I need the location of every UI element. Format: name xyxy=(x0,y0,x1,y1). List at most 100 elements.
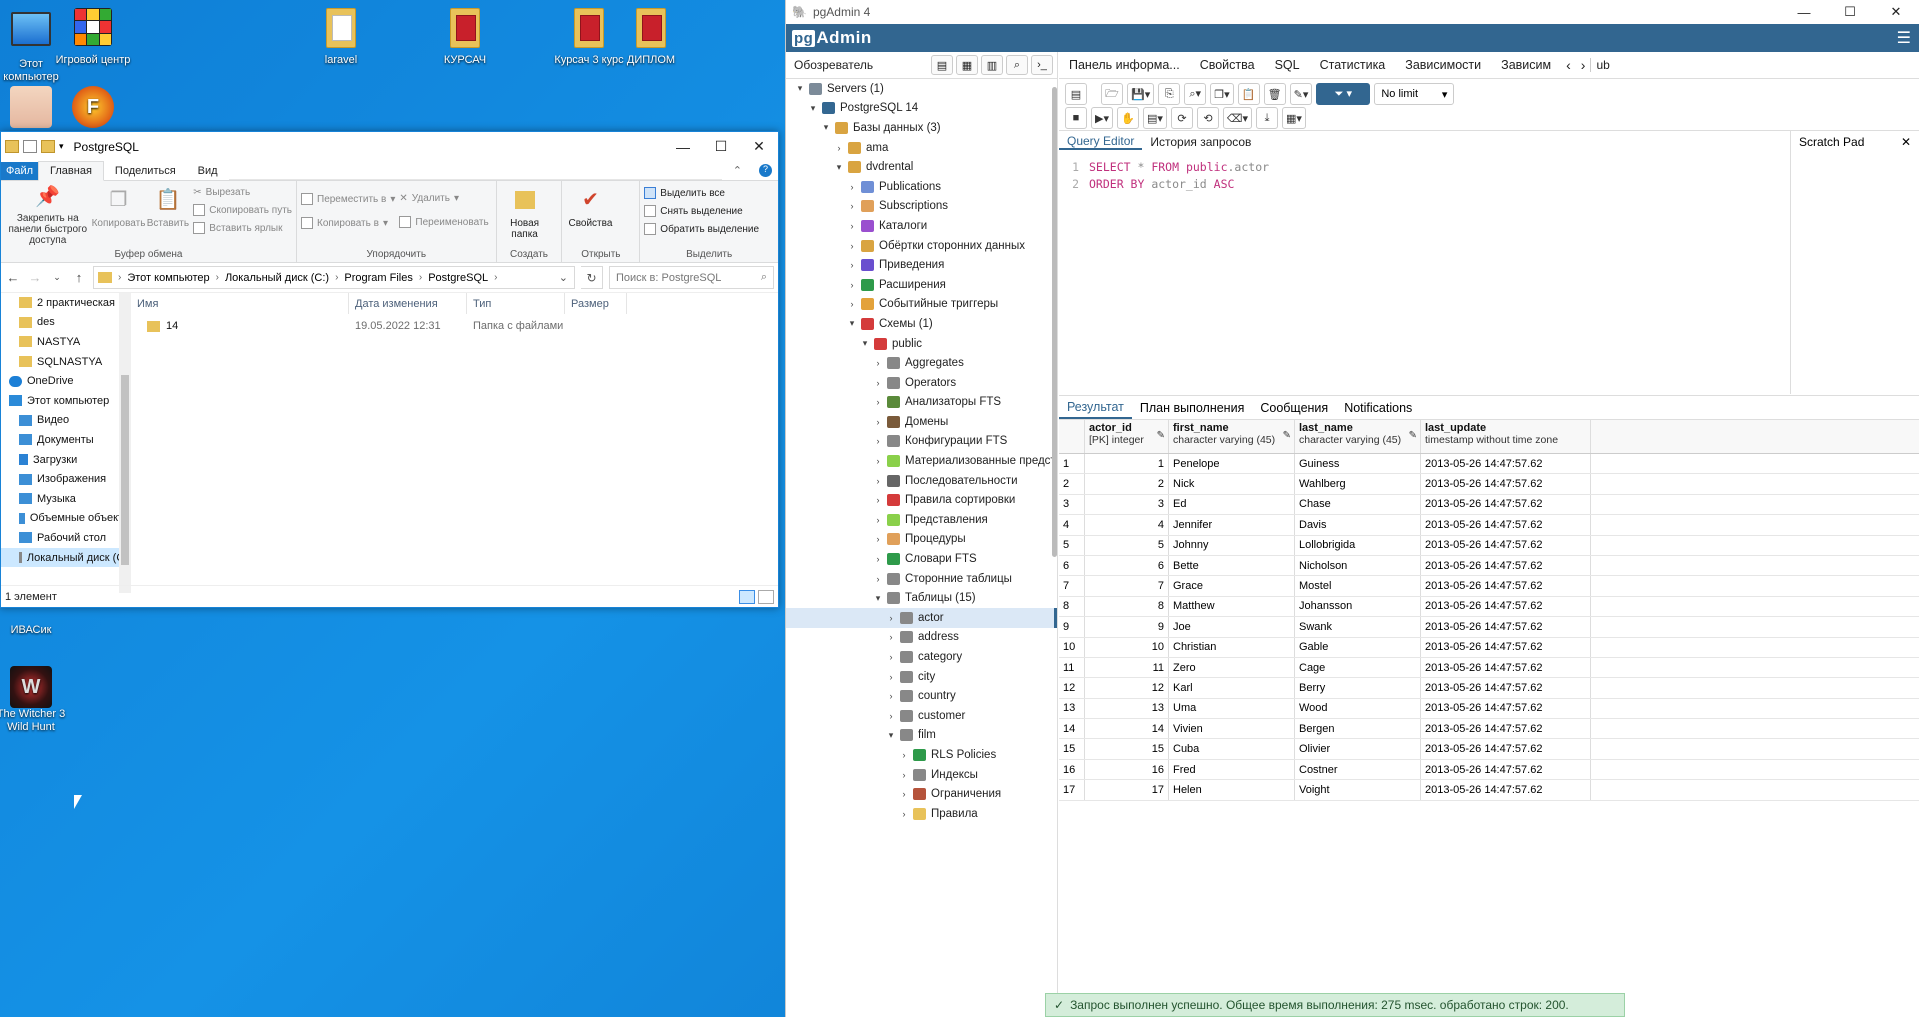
chevron-down-icon[interactable]: ▾ xyxy=(807,103,819,114)
chevron-down-icon[interactable]: ▾ xyxy=(859,338,871,349)
desktop-icon-laravel[interactable]: laravel xyxy=(303,8,379,67)
stop-icon[interactable]: ■ xyxy=(1065,107,1087,129)
chevron-right-icon[interactable]: › xyxy=(885,691,897,701)
tree-node[interactable]: › Каталоги xyxy=(786,216,1057,236)
column-type[interactable]: Тип xyxy=(467,293,565,314)
chevron-down-icon[interactable]: ▾ xyxy=(846,318,858,329)
column-header[interactable]: first_name character varying (45) ✎ xyxy=(1169,420,1295,453)
table-cell[interactable]: Mostel xyxy=(1295,576,1421,596)
tab-properties[interactable]: Свойства xyxy=(1190,58,1265,72)
table-row[interactable]: 15 15 Cuba Olivier 2013-05-26 14:47:57.62 xyxy=(1059,739,1919,760)
search-input[interactable]: Поиск в: PostgreSQL ⌕ xyxy=(609,266,774,289)
table-cell[interactable]: 2013-05-26 14:47:57.62 xyxy=(1421,759,1591,780)
chevron-right-icon[interactable]: › xyxy=(872,534,884,544)
edit-icon[interactable]: ✎▾ xyxy=(1289,83,1313,105)
tree-node[interactable]: › actor xyxy=(786,608,1057,628)
table-cell[interactable]: Vivien xyxy=(1169,719,1295,739)
copy-path-button[interactable]: Скопировать путь xyxy=(193,204,292,216)
desktop-icon-game-center[interactable]: Игровой центр xyxy=(55,6,131,67)
table-cell[interactable]: Swank xyxy=(1295,617,1421,637)
row-number[interactable]: 15 xyxy=(1059,739,1085,759)
tree-node[interactable]: › Publications xyxy=(786,177,1057,197)
sql-editor[interactable]: 1 SELECT * FROM public.actor 2 ORDER BY act… xyxy=(1059,155,1789,395)
new-folder-icon[interactable] xyxy=(41,140,55,153)
desktop-icon-diplom[interactable]: ДИПЛОМ xyxy=(613,8,689,67)
details-view-icon[interactable] xyxy=(739,589,755,604)
chevron-right-icon[interactable]: › xyxy=(872,378,884,388)
copy-button[interactable]: ❐ Копировать xyxy=(92,185,146,246)
table-cell[interactable]: 14 xyxy=(1085,719,1169,739)
table-cell[interactable]: Cage xyxy=(1295,657,1421,678)
chevron-right-icon[interactable]: › xyxy=(846,280,858,290)
table-cell[interactable]: Davis xyxy=(1295,515,1421,535)
tab-query-editor[interactable]: Query Editor xyxy=(1059,134,1143,150)
menu-icon[interactable]: ☰ xyxy=(1897,28,1919,48)
tab-statistics[interactable]: Статистика xyxy=(1310,58,1396,72)
chevron-right-icon[interactable]: › xyxy=(898,750,910,760)
table-cell[interactable]: 2013-05-26 14:47:57.62 xyxy=(1421,617,1591,637)
nav-item[interactable]: 2 практическая xyxy=(1,293,131,313)
tree-node[interactable]: › Конфигурации FTS xyxy=(786,432,1057,452)
forward-button[interactable]: → xyxy=(27,270,43,285)
table-row[interactable]: 17 17 Helen Voight 2013-05-26 14:47:57.62 xyxy=(1059,780,1919,801)
refresh-button[interactable]: ↻ xyxy=(581,266,603,289)
chevron-right-icon[interactable]: › xyxy=(885,613,897,623)
row-number[interactable]: 17 xyxy=(1059,780,1085,800)
copy-to-button[interactable]: Копировать в ▾ xyxy=(301,217,395,229)
table-cell[interactable]: Cuba xyxy=(1169,739,1295,759)
chevron-down-icon[interactable]: ▾ xyxy=(872,593,884,604)
tab-file[interactable]: Файл xyxy=(1,162,39,180)
row-number[interactable]: 4 xyxy=(1059,515,1085,535)
file-row[interactable]: 14 19.05.2022 12:31 Папка с файлами xyxy=(131,314,778,338)
row-number[interactable]: 11 xyxy=(1059,657,1085,678)
find-icon[interactable]: ⌕▾ xyxy=(1184,83,1207,105)
table-cell[interactable]: Nicholson xyxy=(1295,555,1421,576)
column-modified[interactable]: Дата изменения xyxy=(349,293,467,314)
tree-node[interactable]: › Subscriptions xyxy=(786,197,1057,217)
row-number[interactable]: 9 xyxy=(1059,617,1085,637)
tree-node[interactable]: › ama xyxy=(786,138,1057,158)
desktop-icon-kursach[interactable]: КУРСАЧ xyxy=(427,8,503,67)
table-cell[interactable]: 2013-05-26 14:47:57.62 xyxy=(1421,596,1591,617)
row-number[interactable]: 14 xyxy=(1059,719,1085,739)
maximize-button[interactable]: ☐ xyxy=(1827,0,1873,24)
minimize-button[interactable]: — xyxy=(664,132,702,161)
chevron-right-icon[interactable]: › xyxy=(846,182,858,192)
table-row[interactable]: 12 12 Karl Berry 2013-05-26 14:47:57.62 xyxy=(1059,678,1919,699)
chevron-right-icon[interactable]: › xyxy=(872,456,884,466)
chevron-right-icon[interactable]: › xyxy=(872,476,884,486)
tree-node[interactable]: › RLS Policies xyxy=(786,745,1057,765)
row-number[interactable]: 16 xyxy=(1059,759,1085,780)
tabs-prev-icon[interactable]: ‹ xyxy=(1561,57,1576,73)
tabs-next-icon[interactable]: › xyxy=(1576,57,1591,73)
tree-node[interactable]: ▾ Базы данных (3) xyxy=(786,118,1057,138)
chevron-right-icon[interactable]: › xyxy=(872,417,884,427)
psql-tool-icon[interactable]: ›_ xyxy=(1031,55,1053,75)
paste-button[interactable]: 📋 Вставить xyxy=(147,185,190,246)
copy-icon[interactable]: ❐▾ xyxy=(1210,83,1234,105)
table-cell[interactable]: Nick xyxy=(1169,474,1295,494)
rollback-icon[interactable]: ⟲ xyxy=(1196,107,1219,129)
table-cell[interactable]: 2013-05-26 14:47:57.62 xyxy=(1421,739,1591,759)
chevron-right-icon[interactable]: › xyxy=(846,299,858,309)
breadcrumb-local-disk[interactable]: Локальный диск (C:) xyxy=(225,272,329,284)
table-cell[interactable]: 2013-05-26 14:47:57.62 xyxy=(1421,535,1591,555)
breadcrumb-program-files[interactable]: Program Files xyxy=(344,272,412,284)
table-cell[interactable]: 6 xyxy=(1085,555,1169,576)
row-number[interactable]: 2 xyxy=(1059,474,1085,494)
table-cell[interactable]: Fred xyxy=(1169,759,1295,780)
explain-icon[interactable]: ✋ xyxy=(1117,107,1139,129)
table-cell[interactable]: 2013-05-26 14:47:57.62 xyxy=(1421,719,1591,739)
table-cell[interactable]: 2013-05-26 14:47:57.62 xyxy=(1421,494,1591,515)
tree-node[interactable]: ▾ Схемы (1) xyxy=(786,314,1057,334)
table-row[interactable]: 11 11 Zero Cage 2013-05-26 14:47:57.62 xyxy=(1059,657,1919,679)
back-button[interactable]: ← xyxy=(5,270,21,285)
table-row[interactable]: 2 2 Nick Wahlberg 2013-05-26 14:47:57.62 xyxy=(1059,474,1919,495)
table-cell[interactable]: Bette xyxy=(1169,555,1295,576)
download-icon[interactable]: ⤓ xyxy=(1256,107,1278,129)
properties-button[interactable]: ✔ Свойства xyxy=(566,185,614,246)
tree-node[interactable]: › city xyxy=(786,667,1057,687)
table-cell[interactable]: 2013-05-26 14:47:57.62 xyxy=(1421,657,1591,678)
chevron-down-icon[interactable]: ▾ xyxy=(885,730,897,741)
tree-node[interactable]: › Индексы xyxy=(786,765,1057,785)
